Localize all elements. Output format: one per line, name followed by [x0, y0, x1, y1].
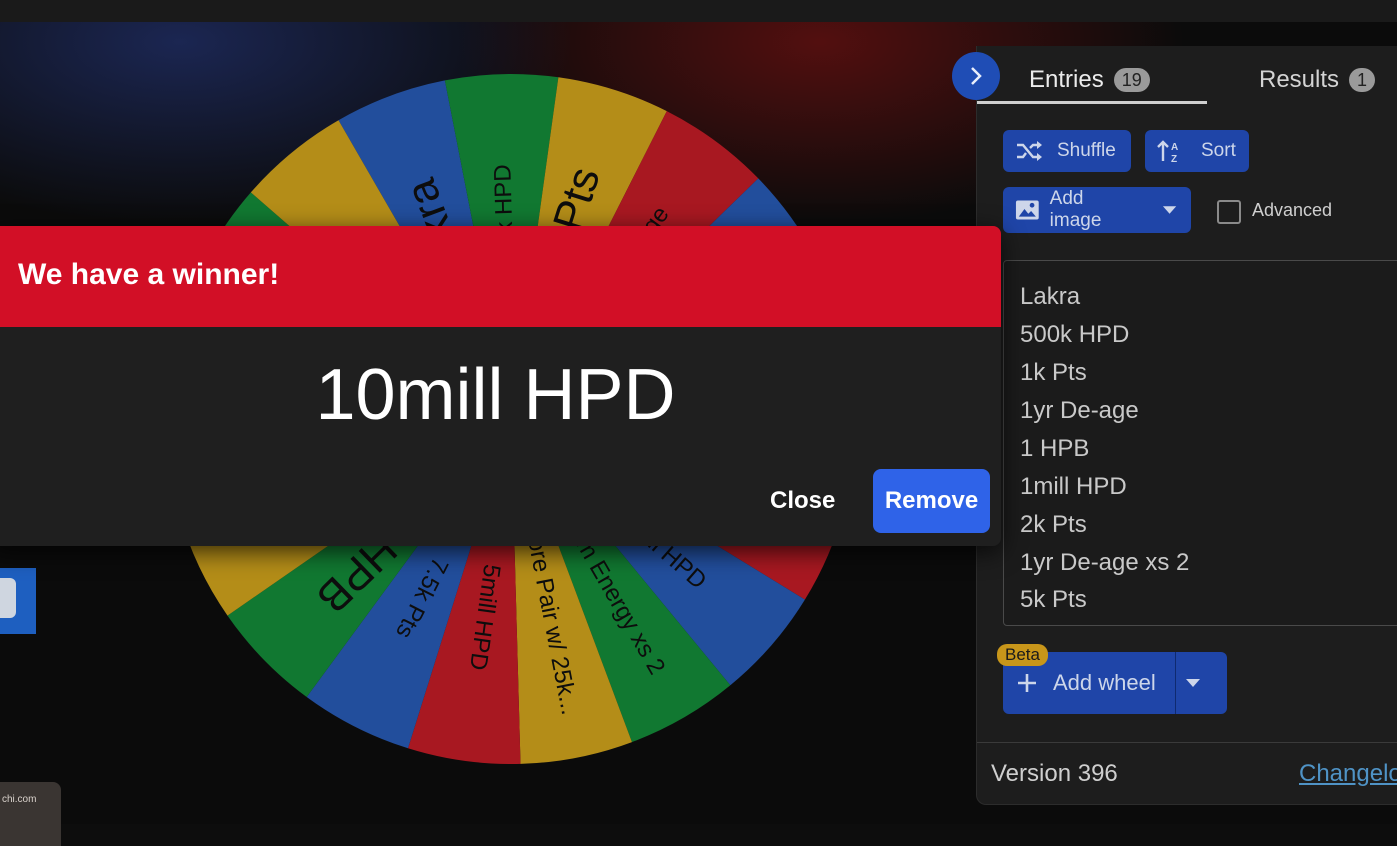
add-image-label: Add image	[1049, 188, 1102, 231]
winner-dialog: We have a winner! 10mill HPD Close Remov…	[0, 226, 1001, 546]
plus-icon	[1018, 674, 1036, 692]
divider	[977, 742, 1397, 743]
left-edge-button[interactable]	[0, 568, 36, 634]
add-image-button[interactable]: Add image	[1003, 187, 1191, 233]
tab-results[interactable]: Results 1	[1259, 60, 1376, 100]
entry-line: 5k Pts	[1020, 586, 1087, 613]
tab-results-label: Results	[1259, 66, 1340, 93]
top-bar	[0, 0, 1397, 22]
advanced-checkbox[interactable]	[1217, 200, 1241, 224]
chevron-right-icon	[971, 67, 982, 85]
shuffle-icon	[1017, 141, 1042, 161]
caret-down-icon	[1162, 206, 1177, 214]
sidebar: Entries 19 Results 1 Shuffle A Z Sort Ad…	[976, 46, 1397, 805]
active-tab-indicator	[977, 101, 1207, 104]
sort-icon: A Z	[1157, 140, 1178, 163]
video-thumbnail[interactable]: chi.com	[0, 782, 61, 846]
svg-text:A: A	[1171, 142, 1178, 153]
advanced-label: Advanced	[1252, 200, 1333, 220]
sort-label: Sort	[1201, 140, 1236, 161]
entry-line: 1yr De-age	[1020, 397, 1139, 424]
entries-count-badge: 19	[1113, 68, 1150, 92]
results-count-badge: 1	[1349, 68, 1376, 92]
image-icon	[1015, 200, 1039, 220]
entry-line: 1k Pts	[1020, 359, 1087, 386]
winner-text: 10mill HPD	[315, 355, 676, 435]
dialog-title: We have a winner!	[18, 258, 280, 291]
caret-down-icon[interactable]	[1185, 678, 1201, 688]
changelog-link[interactable]: Changelog	[1299, 760, 1397, 788]
remove-button[interactable]: Remove	[873, 469, 990, 533]
entry-line: 500k HPD	[1020, 321, 1130, 348]
collapse-sidebar-button[interactable]	[952, 52, 1000, 100]
close-button[interactable]: Close	[770, 472, 835, 532]
entry-line: 1 HPB	[1020, 435, 1090, 462]
add-wheel-label: Add wheel	[1053, 670, 1156, 695]
version-text: Version 396	[991, 760, 1118, 787]
shuffle-label: Shuffle	[1057, 140, 1116, 161]
svg-text:Z: Z	[1171, 154, 1177, 163]
entry-line: 2k Pts	[1020, 511, 1087, 538]
entry-line: 1yr De-age xs 2	[1020, 549, 1190, 576]
dialog-header: We have a winner!	[0, 226, 1001, 327]
entries-textarea[interactable]: Lakra 500k HPD 1k Pts 1yr De-age 1 HPB 1…	[1003, 260, 1397, 626]
beta-badge: Beta	[997, 644, 1048, 666]
entry-line: 1mill HPD	[1020, 473, 1127, 500]
thumbnail-caption: chi.com	[2, 794, 37, 805]
entry-line: Lakra	[1020, 283, 1081, 310]
tab-entries-label: Entries	[1029, 66, 1104, 93]
sort-button[interactable]: A Z Sort	[1145, 130, 1249, 172]
tab-entries[interactable]: Entries 19	[1029, 60, 1150, 100]
shuffle-button[interactable]: Shuffle	[1003, 130, 1131, 172]
